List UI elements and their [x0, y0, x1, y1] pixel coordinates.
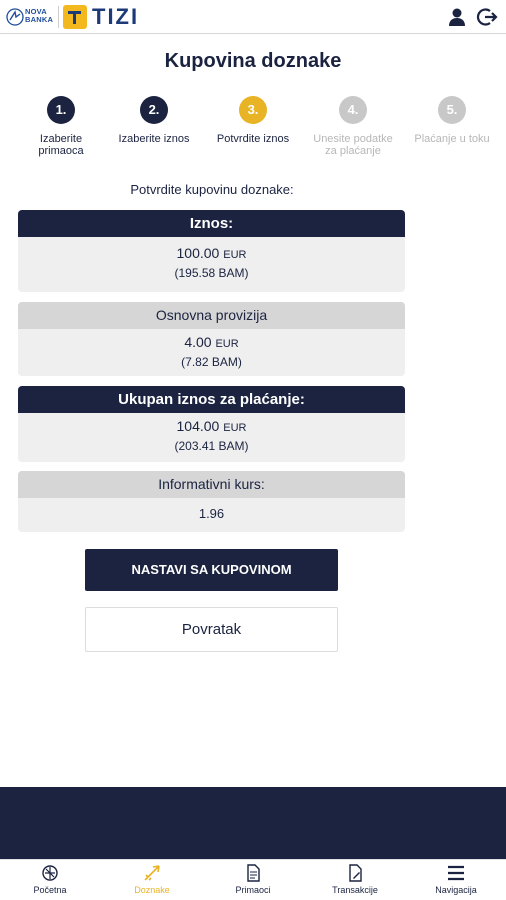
user-icon[interactable]: [446, 6, 468, 28]
step-number: 2.: [140, 96, 168, 124]
confirm-prompt: Potvrdite kupovinu doznake:: [130, 182, 294, 197]
fee-currency: EUR: [215, 338, 239, 350]
home-icon: [42, 865, 58, 881]
step-number: 4.: [339, 96, 367, 124]
fee-card-body: 4.00 EUR (7.82 BAM): [18, 329, 405, 371]
nav-item-transactions[interactable]: Transakcije: [315, 863, 395, 895]
amount-value: 100.00: [176, 245, 220, 261]
nav-item-remittances[interactable]: Doznake: [112, 863, 192, 895]
nova-banka-mark-icon: [6, 8, 24, 26]
document-icon: [247, 864, 260, 882]
total-card: Ukupan iznos za plaćanje: 104.00 EUR (20…: [18, 386, 405, 462]
footer-band: [0, 787, 506, 859]
rate-value: 1.96: [198, 506, 225, 521]
rate-card-body: 1.96: [18, 498, 405, 523]
fee-card-title: Osnovna provizija: [18, 302, 405, 329]
total-card-body: 104.00 EUR (203.41 BAM): [18, 413, 405, 455]
nav-label-remittances: Doznake: [134, 885, 170, 895]
app-header: NOVA BANKA TIZI: [0, 0, 506, 34]
amount-value-line: 100.00 EUR: [18, 244, 405, 264]
nav-label-transactions: Transakcije: [332, 885, 378, 895]
back-button[interactable]: Povratak: [85, 607, 338, 652]
step-label: Unesite podatke za plaćanje: [313, 133, 393, 157]
step-label: Potvrdite iznos: [216, 133, 290, 145]
step-2: 2. Izaberite iznos: [110, 96, 198, 145]
total-converted: (203.41 BAM): [174, 439, 249, 453]
edit-document-icon: [349, 864, 362, 882]
total-value: 104.00: [176, 418, 220, 434]
step-number: 5.: [438, 96, 466, 124]
tizi-logo-mark: [63, 5, 87, 29]
fee-value: 4.00: [184, 334, 212, 350]
amount-card-body: 100.00 EUR (195.58 BAM): [18, 237, 405, 282]
fee-value-line: 4.00 EUR: [18, 333, 405, 353]
nav-label-recipients: Primaoci: [235, 885, 271, 895]
step-4: 4. Unesite podatke za plaćanje: [309, 96, 397, 157]
amount-currency: EUR: [223, 249, 247, 261]
continue-purchase-button[interactable]: NASTAVI SA KUPOVINOM: [85, 549, 338, 591]
nav-label-home: Početna: [33, 885, 67, 895]
menu-icon: [448, 865, 464, 881]
amount-card: Iznos: 100.00 EUR (195.58 BAM): [18, 210, 405, 292]
nova-banka-text: NOVA BANKA: [25, 8, 53, 24]
nav-item-recipients[interactable]: Primaoci: [213, 863, 293, 895]
logo-line2: BANKA: [25, 15, 54, 24]
rate-card: Informativni kurs: 1.96: [18, 471, 405, 532]
nav-label-navigation: Navigacija: [435, 885, 477, 895]
bottom-navigation: Početna Doznake Primaoci Transakcije Nav…: [0, 859, 506, 900]
rate-card-title: Informativni kurs:: [18, 471, 405, 498]
nav-item-navigation[interactable]: Navigacija: [416, 863, 496, 895]
step-label: Izaberite iznos: [118, 133, 190, 145]
total-value-line: 104.00 EUR: [18, 417, 405, 437]
step-label: Izaberite primaoca: [38, 133, 84, 157]
total-currency: EUR: [223, 422, 247, 434]
logo-divider: [58, 6, 59, 28]
brand-name: TIZI: [92, 4, 140, 29]
step-number: 3.: [239, 96, 267, 124]
logout-icon[interactable]: [476, 6, 498, 28]
step-5: 5. Plaćanje u toku: [408, 96, 496, 145]
nova-banka-logo: NOVA BANKA: [6, 5, 60, 29]
page-title: Kupovina doznake: [164, 50, 342, 72]
nav-item-home[interactable]: Početna: [10, 863, 90, 895]
step-1: 1. Izaberite primaoca: [17, 96, 105, 157]
total-card-title: Ukupan iznos za plaćanje:: [18, 386, 405, 413]
fee-card: Osnovna provizija 4.00 EUR (7.82 BAM): [18, 302, 405, 376]
amount-converted: (195.58 BAM): [174, 266, 249, 280]
step-label: Plaćanje u toku: [414, 133, 490, 145]
fee-converted: (7.82 BAM): [181, 355, 242, 369]
step-3: 3. Potvrdite iznos: [209, 96, 297, 145]
step-number: 1.: [47, 96, 75, 124]
plane-icon: [144, 865, 160, 881]
tizi-mark-icon: [68, 11, 81, 24]
progress-steps: 1. Izaberite primaoca 2. Izaberite iznos…: [0, 96, 506, 166]
amount-card-title: Iznos:: [18, 210, 405, 237]
